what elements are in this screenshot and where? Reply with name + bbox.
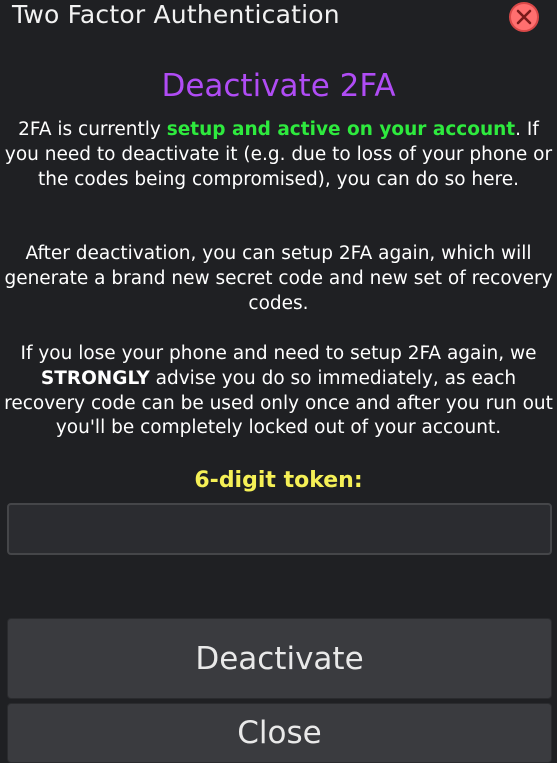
token-input[interactable] <box>7 503 552 555</box>
token-label: 6-digit token: <box>194 468 363 493</box>
status-highlight: setup and active on your account <box>166 119 516 140</box>
warning-emphasis: STRONGLY <box>40 367 150 389</box>
status-paragraph: 2FA is currently setup and active on you… <box>4 118 553 192</box>
warning-paragraph: If you lose your phone and need to setup… <box>4 342 553 441</box>
info-paragraph: After deactivation, you can setup 2FA ag… <box>4 243 553 314</box>
deactivate-button[interactable]: Deactivate <box>7 618 552 699</box>
close-button[interactable]: Close <box>7 703 552 763</box>
window-title: Two Factor Authentication <box>12 0 340 29</box>
close-window-button[interactable] <box>509 2 539 32</box>
status-text-start: 2FA is currently <box>18 119 167 140</box>
section-heading: Deactivate 2FA <box>161 68 396 104</box>
warning-text-start: If you lose your phone and need to setup… <box>20 343 537 364</box>
close-x-icon <box>516 9 532 25</box>
